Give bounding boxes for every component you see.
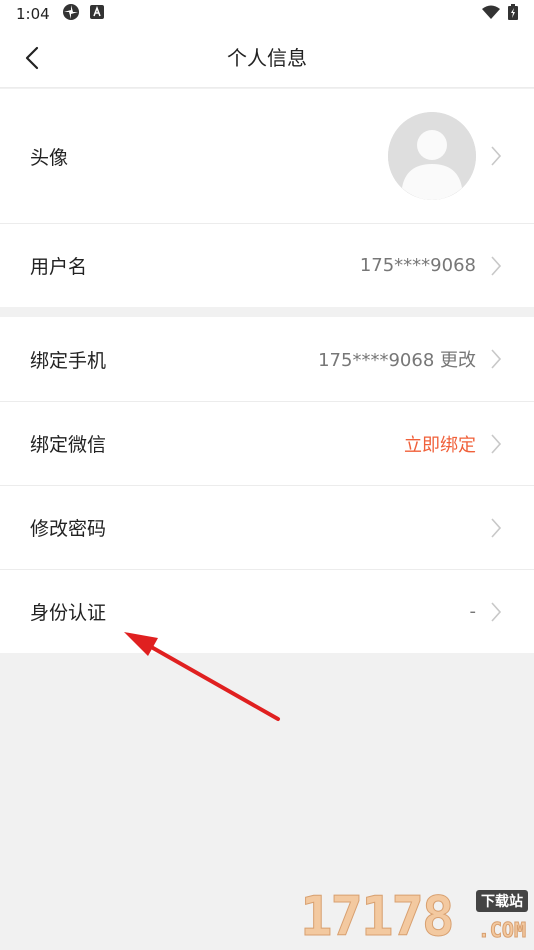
battery-icon: [508, 4, 518, 24]
chevron-right-icon: [491, 146, 502, 166]
avatar-row[interactable]: 头像: [0, 89, 534, 223]
watermark-tag: 下载站: [476, 890, 528, 912]
identity-verification-value: -: [469, 601, 477, 622]
a-badge-icon: [89, 5, 104, 23]
username-value: 175****9068: [359, 255, 476, 276]
page-title: 个人信息: [227, 46, 307, 70]
avatar-label: 头像: [30, 146, 69, 169]
account-card: 绑定手机 175****9068 更改 绑定微信 立即绑定 修改密码 身份认证 …: [0, 317, 534, 653]
chevron-right-icon: [491, 601, 502, 622]
change-password-row[interactable]: 修改密码: [0, 485, 534, 569]
change-password-label: 修改密码: [30, 518, 107, 540]
chevron-left-icon: [25, 46, 39, 70]
chevron-right-icon: [491, 255, 502, 276]
bind-wechat-row[interactable]: 绑定微信 立即绑定: [0, 401, 534, 485]
avatar[interactable]: [388, 112, 476, 200]
bind-wechat-label: 绑定微信: [30, 434, 107, 456]
back-button[interactable]: [14, 42, 50, 74]
bind-wechat-action[interactable]: 立即绑定: [404, 431, 476, 457]
chevron-right-icon: [491, 349, 502, 369]
chevron-right-icon: [491, 433, 502, 454]
chevron-right-icon: [491, 517, 502, 538]
app-bar: 个人信息: [0, 28, 534, 88]
bind-phone-row[interactable]: 绑定手机 175****9068 更改: [0, 317, 534, 401]
bind-phone-label: 绑定手机: [30, 349, 107, 372]
wifi-icon: [482, 5, 500, 23]
identity-verification-label: 身份认证: [30, 602, 107, 624]
username-label: 用户名: [30, 256, 88, 278]
status-time: 1:04: [16, 5, 50, 23]
identity-verification-row[interactable]: 身份认证 -: [0, 569, 534, 653]
status-right-icons: [482, 4, 518, 24]
pinwheel-icon: [62, 3, 80, 25]
profile-card: 头像 用户名 175****9068: [0, 89, 534, 307]
watermark-domain: .COM: [477, 918, 526, 943]
watermark-digits: 17178: [300, 885, 456, 948]
watermark-logo: 17178 下载站 .COM: [300, 885, 530, 948]
bind-phone-value: 175****9068 更改: [318, 350, 476, 371]
status-bar: 1:04: [0, 0, 534, 28]
default-user-icon: [388, 112, 476, 200]
username-row[interactable]: 用户名 175****9068: [0, 223, 534, 307]
